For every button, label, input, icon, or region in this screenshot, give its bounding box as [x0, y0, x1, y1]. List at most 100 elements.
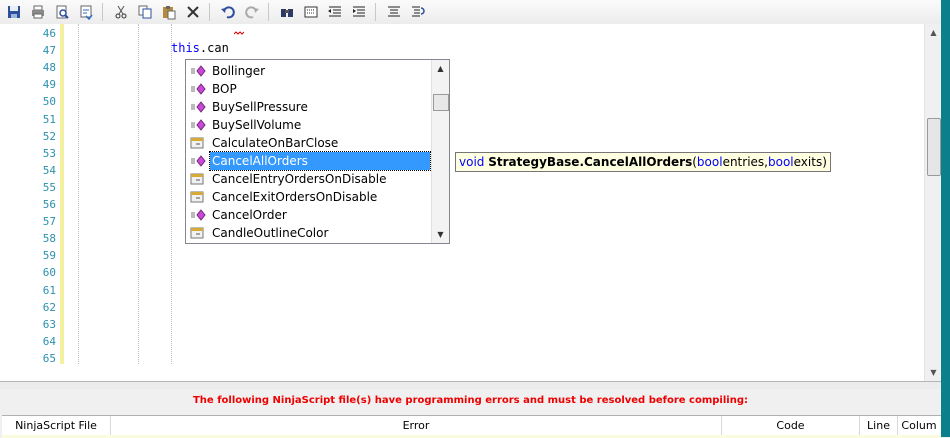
tooltip-param-name: entries, — [722, 155, 768, 169]
property-icon — [190, 172, 206, 186]
undo-icon[interactable] — [218, 2, 238, 22]
indent-guide — [138, 24, 139, 364]
tooltip-param-name: exits — [793, 155, 823, 169]
scroll-up-arrow-icon[interactable]: ▲ — [925, 24, 942, 41]
print-icon[interactable] — [28, 2, 48, 22]
scroll-down-arrow-icon[interactable]: ▼ — [925, 364, 942, 381]
line-number: 56 — [42, 198, 56, 211]
autocomplete-item-label: Bollinger — [212, 64, 266, 78]
autocomplete-item[interactable]: CancelEntryOrdersOnDisable — [190, 170, 430, 188]
line-number: 52 — [42, 129, 56, 143]
scrollbar-thumb[interactable] — [433, 94, 449, 111]
line-number: 64 — [42, 334, 56, 348]
tooltip-signature: StrategyBase.CancelAllOrders — [488, 155, 693, 169]
line-number: 65 — [42, 351, 56, 365]
autocomplete-item-label: CancelEntryOrdersOnDisable — [212, 172, 387, 186]
cut-icon[interactable] — [111, 2, 131, 22]
scroll-up-arrow-icon[interactable]: ▲ — [432, 60, 449, 77]
replace-icon[interactable] — [301, 2, 321, 22]
editor-bottom-area — [0, 364, 924, 381]
line-number: 60 — [42, 266, 56, 280]
line-number: 50 — [42, 95, 56, 109]
column-header-line[interactable]: Line — [860, 416, 898, 435]
code-text: .can — [199, 41, 229, 55]
column-header-column[interactable]: Colum — [898, 416, 940, 435]
editor-vertical-scrollbar[interactable]: ▲ ▼ — [924, 24, 942, 381]
line-number: 62 — [42, 300, 56, 314]
save-icon[interactable] — [4, 2, 24, 22]
tooltip-close-paren: ) — [822, 155, 827, 169]
indent-guide — [78, 24, 79, 364]
delete-icon[interactable] — [183, 2, 203, 22]
method-icon — [190, 208, 206, 222]
code-keyword: this — [171, 41, 200, 55]
line-number: 51 — [42, 112, 56, 126]
find-icon[interactable] — [277, 2, 297, 22]
redo-icon[interactable] — [242, 2, 262, 22]
autocomplete-item[interactable]: Bollinger — [190, 62, 430, 80]
copy-icon[interactable] — [135, 2, 155, 22]
column-header-file[interactable]: NinjaScript File — [2, 416, 111, 435]
method-icon — [190, 82, 206, 96]
line-number: 61 — [42, 283, 56, 297]
line-number: 59 — [42, 249, 56, 263]
autocomplete-item[interactable]: CandleOutlineColor — [190, 224, 430, 242]
indent-icon[interactable] — [349, 2, 369, 22]
autocomplete-item-label: CancelExitOrdersOnDisable — [212, 190, 378, 204]
line-number: 54 — [42, 163, 56, 177]
scrollbar-thumb[interactable] — [927, 118, 941, 176]
line-number: 63 — [42, 317, 56, 331]
autocomplete-item-label: BuySellPressure — [212, 100, 308, 114]
autocomplete-item[interactable]: CancelExitOrdersOnDisable — [190, 188, 430, 206]
autocomplete-item[interactable]: CalculateOnBarClose — [190, 134, 430, 152]
column-header-error[interactable]: Error — [111, 416, 722, 435]
line-number: 48 — [42, 61, 56, 75]
toolbar-separator — [102, 3, 103, 21]
comment-icon[interactable] — [384, 2, 404, 22]
autocomplete-item-label: BOP — [212, 82, 237, 96]
uncomment-icon[interactable] — [408, 2, 428, 22]
column-header-code[interactable]: Code — [722, 416, 860, 435]
line-number: 47 — [42, 44, 56, 58]
autocomplete-item-label: CandleOutlineColor — [212, 226, 329, 240]
print-preview-icon[interactable] — [52, 2, 72, 22]
tooltip-param-type: bool — [696, 155, 723, 169]
autocomplete-list[interactable]: ▲ ▼ Bollinger BOP BuySellPressure BuySellVo… — [185, 59, 450, 244]
outdent-icon[interactable] — [325, 2, 345, 22]
property-icon — [190, 226, 206, 240]
format-icon[interactable] — [76, 2, 96, 22]
line-number: 58 — [42, 232, 56, 246]
autocomplete-item[interactable]: CancelAllOrders — [190, 151, 431, 171]
error-panel: The following NinjaScript file(s) have p… — [0, 389, 941, 438]
code-editor[interactable]: 46 47 48 49 50 51 52 53 54 55 56 57 58 59 60 61 62 63 64 65… — [0, 24, 924, 365]
line-number: 53 — [42, 146, 56, 160]
toolbar-separator — [268, 3, 269, 21]
autocomplete-item[interactable]: BuySellPressure — [190, 98, 430, 116]
method-icon — [190, 64, 206, 78]
method-icon — [190, 100, 206, 114]
paste-icon[interactable] — [159, 2, 179, 22]
autocomplete-item[interactable]: CancelOrder — [190, 206, 430, 224]
signature-tooltip: void StrategyBase.CancelAllOrders(bool e… — [455, 152, 831, 172]
autocomplete-item[interactable]: BuySellVolume — [190, 116, 430, 134]
toolbar-separator — [375, 3, 376, 21]
error-grid-header: NinjaScript File Error Code Line Colum — [2, 415, 941, 435]
line-number-gutter: 46 47 48 49 50 51 52 53 54 55 56 57 58 59 60 61 62 63 64 65 — [0, 24, 58, 365]
line-number: 57 — [42, 215, 56, 229]
line-number: 55 — [42, 180, 56, 194]
property-icon — [190, 136, 206, 150]
tooltip-param-type: bool — [767, 155, 794, 169]
autocomplete-item-label: BuySellVolume — [212, 118, 302, 132]
window-edge — [941, 0, 950, 437]
scroll-down-arrow-icon[interactable]: ▼ — [432, 226, 449, 243]
code-line-47[interactable]: this.can — [171, 41, 229, 55]
line-number: 49 — [42, 78, 56, 92]
method-icon — [190, 118, 206, 132]
toolbar — [0, 0, 950, 25]
error-squiggle — [234, 31, 244, 35]
autocomplete-scrollbar[interactable]: ▲ ▼ — [431, 60, 449, 243]
autocomplete-item-label: CancelAllOrders — [209, 151, 431, 171]
autocomplete-item[interactable]: BOP — [190, 80, 430, 98]
line-number: 46 — [42, 27, 56, 40]
error-message: The following NinjaScript file(s) have p… — [192, 395, 748, 406]
